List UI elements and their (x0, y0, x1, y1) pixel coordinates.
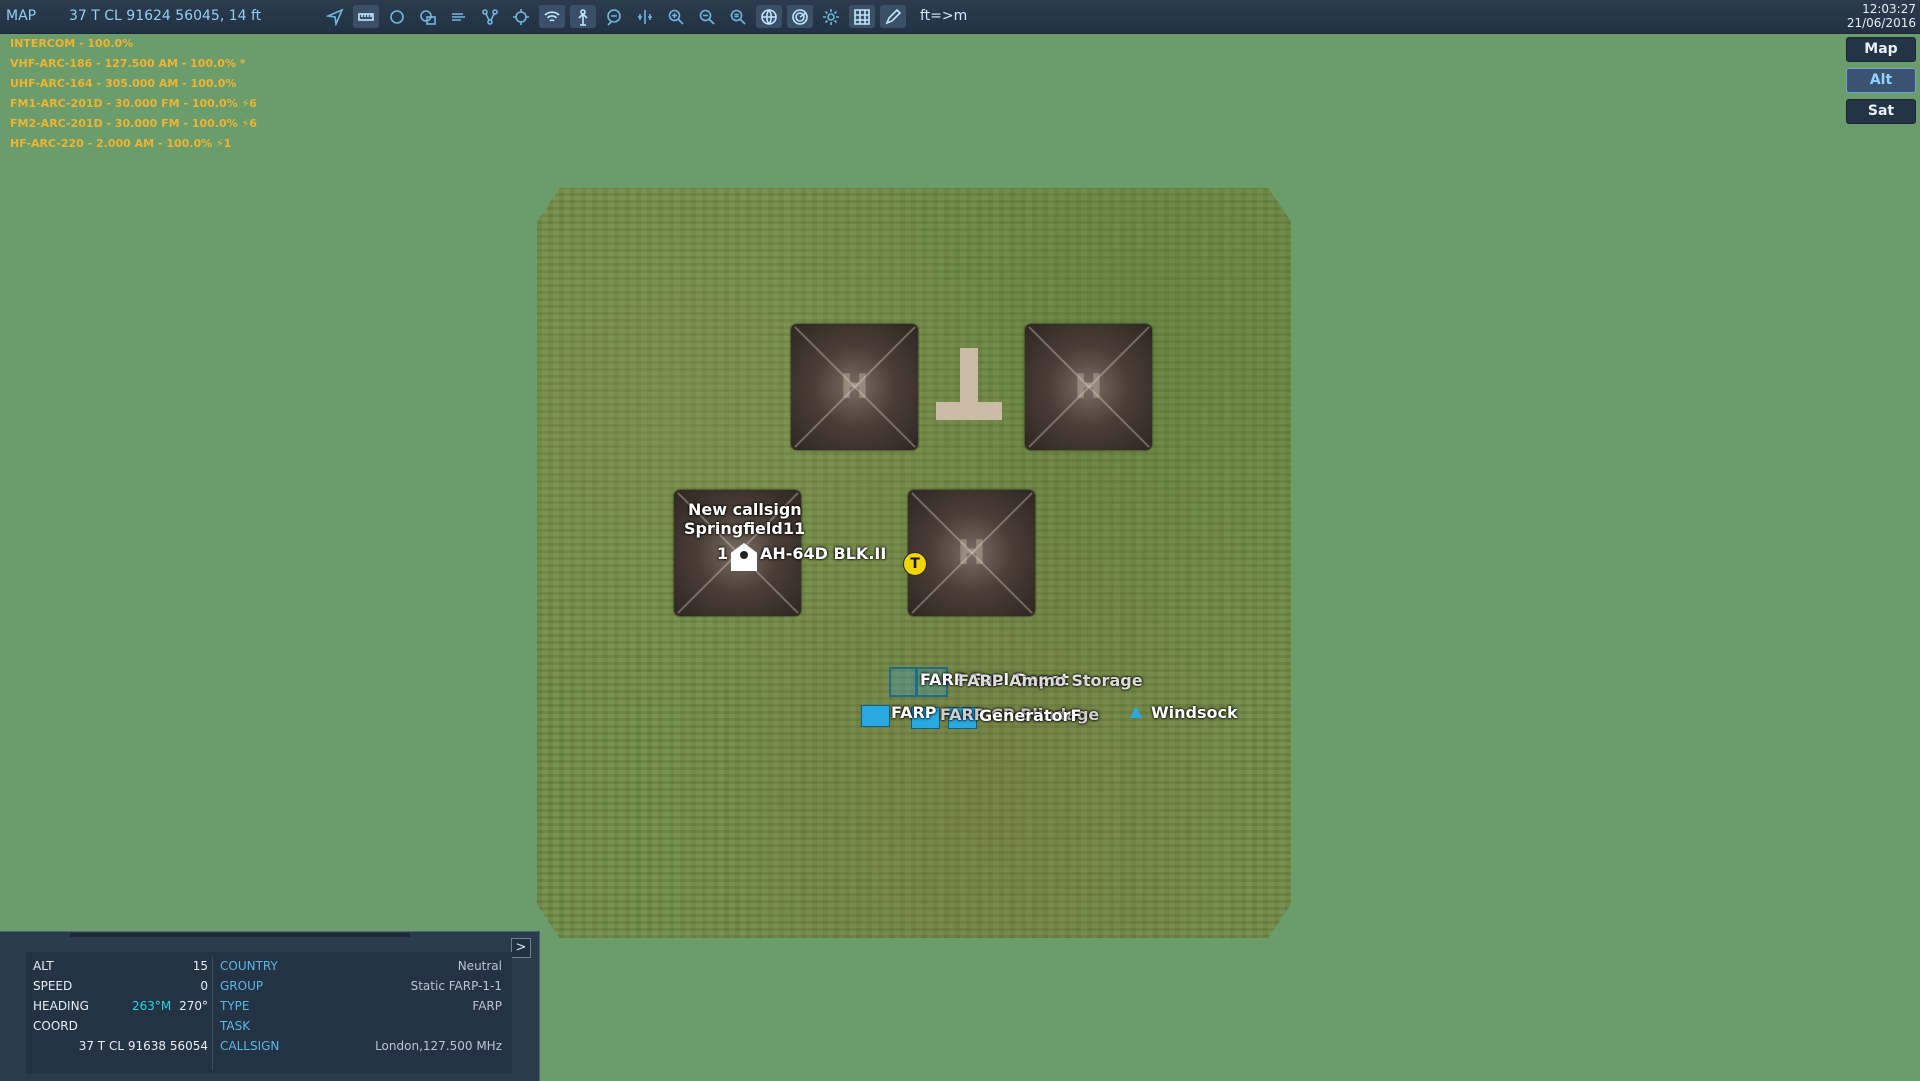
farp-label: FARP (891, 703, 937, 722)
unit-count: 1 (717, 544, 729, 563)
helipad-h-marking: H (840, 367, 869, 407)
target-icon[interactable] (508, 5, 534, 28)
antenna-icon[interactable] (570, 5, 596, 28)
pencil-icon[interactable] (880, 5, 906, 28)
farp-ammo-storage-label: FARP Ammo Storage (958, 671, 1143, 690)
alt-value: 15 (192, 959, 208, 973)
mode-label: MAP (6, 8, 37, 24)
chat-icon[interactable] (601, 5, 627, 28)
cursor-coordinates: 37 T CL 91624 56045, 14 ft (69, 8, 262, 24)
unit-type-label: AH-64D BLK.II (760, 544, 887, 563)
wifi-icon[interactable] (539, 5, 565, 28)
fuel-depot-icon[interactable] (889, 667, 917, 697)
split-icon[interactable] (632, 5, 658, 28)
zoom-out-icon[interactable] (694, 5, 720, 28)
radio-list: INTERCOM - 100.0% VHF-ARC-186 - 127.500 … (10, 34, 257, 154)
sun-icon[interactable] (818, 5, 844, 28)
panel-scrollbar[interactable] (70, 933, 410, 937)
generator-label: GeneratorF (979, 706, 1082, 725)
windsock-label: Windsock (1151, 703, 1238, 722)
grid-icon[interactable] (849, 5, 875, 28)
speed-label: SPEED (33, 979, 73, 993)
heading-magnetic: 263°M (132, 999, 172, 1013)
radar-icon[interactable] (787, 5, 813, 28)
unit-info-panel: > ALT 15 SPEED 0 HEADING 263°M 270° COOR… (0, 931, 540, 1081)
country-value: Neutral (457, 959, 502, 973)
expand-panel-button[interactable]: > (511, 938, 531, 958)
map-type-selector: Map Alt Sat (1846, 37, 1916, 130)
helipad-bottom-right[interactable]: H (908, 490, 1035, 616)
group-value: Static FARP-1-1 (410, 979, 502, 993)
farp-tent-icon[interactable] (861, 705, 890, 727)
coord-value: 37 T CL 91638 56054 (78, 1039, 208, 1053)
task-label: TASK (220, 1019, 251, 1033)
tanker-marker[interactable]: T (903, 552, 927, 576)
alt-label: ALT (33, 959, 54, 973)
top-toolbar: MAP 37 T CL 91624 56045, 14 ft ft=>m 12:… (0, 0, 1920, 34)
windsock-icon[interactable] (1130, 706, 1142, 718)
group-label: GROUP (220, 979, 264, 993)
country-label: COUNTRY (220, 959, 278, 973)
map-type-sat-button[interactable]: Sat (1846, 99, 1916, 124)
ruler-icon[interactable] (353, 5, 379, 28)
wind-icon[interactable] (446, 5, 472, 28)
info-grid: ALT 15 SPEED 0 HEADING 263°M 270° COORD … (26, 952, 512, 1074)
t-landing-sign-stem (960, 348, 978, 406)
helipad-h-marking: H (1074, 367, 1103, 407)
type-label: TYPE (220, 999, 250, 1013)
radio-intercom[interactable]: INTERCOM - 100.0% (10, 34, 257, 54)
radio-hf[interactable]: HF-ARC-220 - 2.000 AM - 100.0% ⚡1 (10, 134, 257, 154)
clock: 12:03:27 21/06/2016 (1847, 2, 1916, 30)
coord-label: COORD (33, 1019, 78, 1033)
speed-value: 0 (200, 979, 208, 993)
helipad-h-marking: H (957, 533, 986, 573)
circle-icon[interactable] (384, 5, 410, 28)
network-icon[interactable] (477, 5, 503, 28)
radio-uhf[interactable]: UHF-ARC-164 - 305.000 AM - 100.0% (10, 74, 257, 94)
zoom-fit-icon[interactable] (725, 5, 751, 28)
map-type-alt-button[interactable]: Alt (1846, 68, 1916, 93)
clock-time: 12:03:27 (1862, 2, 1916, 16)
callsign-value: London,127.500 MHz (375, 1039, 502, 1053)
unit-toggle-button[interactable]: ft=>m (920, 8, 967, 24)
radio-fm2[interactable]: FM2-ARC-201D - 30.000 FM - 100.0% ⚡6 (10, 114, 257, 134)
heading-label: HEADING (33, 999, 89, 1013)
helipad-top-left[interactable]: H (791, 324, 918, 450)
radio-vhf[interactable]: VHF-ARC-186 - 127.500 AM - 100.0% * (10, 54, 257, 74)
task-value (316, 1016, 502, 1036)
globe-icon[interactable] (756, 5, 782, 28)
heading-true: 270° (179, 999, 208, 1013)
column-divider (212, 956, 213, 1070)
radio-fm1[interactable]: FM1-ARC-201D - 30.000 FM - 100.0% ⚡6 (10, 94, 257, 114)
helipad-top-right[interactable]: H (1025, 324, 1152, 450)
unit-callsign-line2: Springfield11 (684, 519, 806, 538)
map-type-map-button[interactable]: Map (1846, 37, 1916, 62)
layers-icon[interactable] (415, 5, 441, 28)
type-value: FARP (472, 999, 502, 1013)
t-landing-sign-bar (936, 402, 1002, 420)
callsign-label: CALLSIGN (220, 1039, 280, 1053)
zoom-in-icon[interactable] (663, 5, 689, 28)
navigate-icon[interactable] (322, 5, 348, 28)
unit-callsign-line1: New callsign (688, 500, 802, 519)
clock-date: 21/06/2016 (1846, 16, 1916, 30)
